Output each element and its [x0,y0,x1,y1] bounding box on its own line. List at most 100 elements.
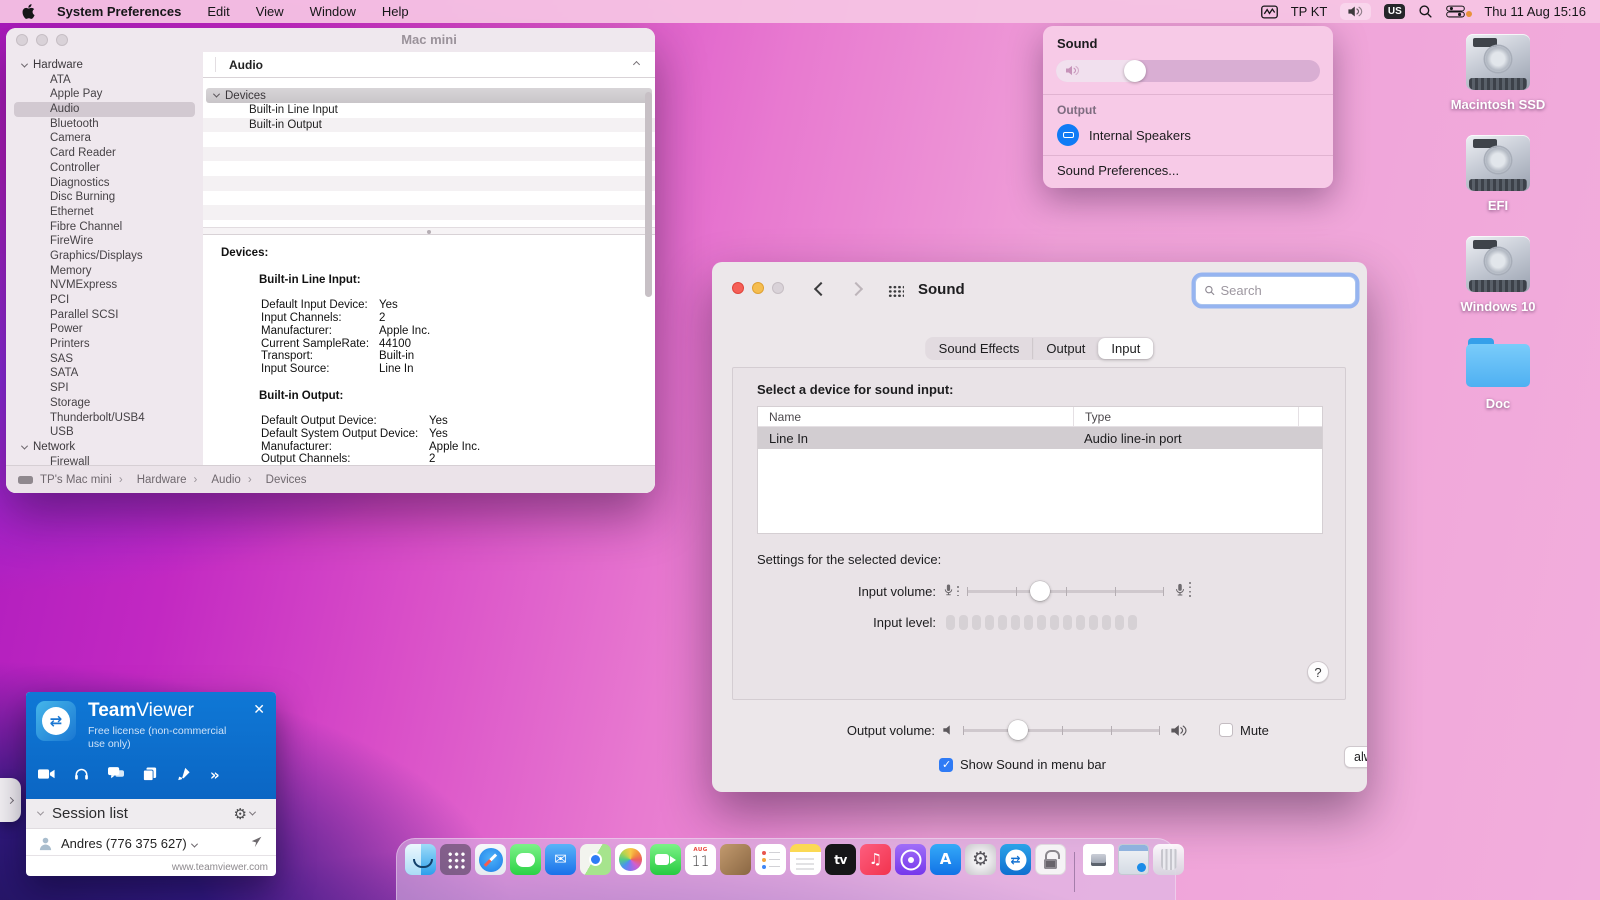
sound-preferences-link[interactable]: Sound Preferences... [1057,163,1179,178]
sidebar-item[interactable]: Graphics/Displays [14,249,195,264]
video-call-icon[interactable] [38,768,55,783]
dock-finder[interactable] [405,844,436,875]
close-button[interactable] [16,34,28,46]
chat-icon[interactable] [108,767,124,783]
dock-calendar[interactable]: AUG 11 [685,844,716,875]
help-button[interactable]: ? [1307,661,1329,683]
sidebar-item[interactable]: FireWire [14,234,195,249]
connect-cursor-icon[interactable] [250,835,264,852]
details-scrollbar[interactable] [645,92,652,297]
breadcrumb-item[interactable]: Audio [211,474,258,486]
menu-item[interactable]: Help [382,4,409,19]
input-source-badge[interactable]: US [1384,4,1406,19]
devices-group-row[interactable]: Devices [206,88,652,103]
breadcrumb-item[interactable]: Hardware [137,474,205,486]
column-header[interactable]: Type [1073,407,1298,427]
sidebar-item[interactable]: Thunderbolt/USB4 [14,411,195,426]
sidebar-item[interactable]: Printers [14,337,195,352]
menu-clock[interactable]: Thu 11 Aug 15:16 [1484,4,1586,19]
sidebar-item[interactable]: SATA [14,366,195,381]
menu-status-text[interactable]: TP KT [1291,4,1328,19]
pane-splitter[interactable] [203,227,655,235]
show-all-preferences-icon[interactable] [888,285,904,297]
tab[interactable]: Input [1098,338,1154,359]
apple-menu-icon[interactable] [22,4,35,19]
back-button[interactable] [813,281,829,297]
sidebar-item[interactable]: Disc Burning [14,190,195,205]
close-button[interactable] [732,282,744,294]
sidebar-item[interactable]: Hardware [14,58,195,73]
breadcrumb-item[interactable]: Devices [266,474,307,486]
session-row[interactable]: Andres (776 375 627) [26,829,276,857]
spotlight-icon[interactable] [1418,4,1433,19]
sidebar-item[interactable]: Ethernet [14,205,195,220]
dock-sysprefs[interactable]: ⚙ [965,844,996,875]
show-sound-checkbox[interactable] [939,757,953,772]
session-settings[interactable]: ⚙ [234,805,264,823]
output-volume-slider[interactable] [963,720,1160,740]
minimize-button[interactable] [36,34,48,46]
session-list-header[interactable]: Session list ⚙ [26,799,276,829]
menu-item[interactable]: Edit [207,4,229,19]
desktop-icon-windows-10[interactable]: Windows 10 [1460,236,1536,314]
activity-monitor-menu-icon[interactable] [1260,4,1278,19]
sidebar-item[interactable]: Camera [14,131,195,146]
sidebar-item[interactable]: Apple Pay [14,87,195,102]
dock-mini-window[interactable] [1118,844,1149,875]
dock-tv[interactable]: tv [825,844,856,875]
desktop-icon-macintosh-ssd[interactable]: Macintosh SSD [1451,34,1545,112]
dock-divider[interactable] [1074,852,1075,892]
sidebar-item[interactable]: Diagnostics [14,176,195,191]
dock-facetime[interactable] [650,844,681,875]
more-tools-icon[interactable]: » [210,766,220,784]
volume-menu-icon[interactable] [1340,3,1372,20]
dock-launchpad[interactable] [440,844,471,875]
dock-podcasts[interactable] [895,844,926,875]
dock-reminders[interactable] [755,844,786,875]
mute-checkbox[interactable] [1219,723,1233,737]
sidebar-item[interactable]: Bluetooth [14,117,195,132]
dock-maps[interactable] [580,844,611,875]
breadcrumb-item[interactable]: TP's Mac mini [40,474,130,486]
sidebar-item[interactable]: Card Reader [14,146,195,161]
menu-item[interactable]: View [256,4,284,19]
desktop-icon-efi[interactable]: EFI [1466,135,1530,213]
sidebar-item[interactable]: ATA [14,73,195,88]
sidebar-item[interactable]: SAS [14,352,195,367]
sidebar-item[interactable]: Network [14,440,195,455]
sidebar-item[interactable]: Audio [14,102,195,117]
sidebar-item[interactable]: Controller [14,161,195,176]
sidebar-item[interactable]: PCI [14,293,195,308]
popover-volume-slider[interactable] [1056,60,1320,82]
dock-messages[interactable] [510,844,541,875]
sidebar-item[interactable]: Fibre Channel [14,220,195,235]
close-icon[interactable]: ✕ [253,702,265,718]
file-transfer-icon[interactable] [143,766,157,784]
output-volume-knob[interactable] [1008,720,1029,740]
dock-teamviewer[interactable]: ⇄ [1000,844,1031,875]
menu-item[interactable]: Window [310,4,356,19]
sidebar-item[interactable]: Parallel SCSI [14,308,195,323]
control-center-icon[interactable] [1446,5,1473,18]
dock-music[interactable]: ♫ [860,844,891,875]
dock-notes[interactable] [790,844,821,875]
dock-appstore[interactable]: A [930,844,961,875]
dock-safari[interactable] [475,844,506,875]
active-app-menu[interactable]: System Preferences [57,4,181,19]
collapse-icon[interactable] [632,60,641,69]
sidebar-item[interactable]: USB [14,425,195,440]
volume-knob[interactable] [1124,60,1147,82]
output-device-row[interactable]: Internal Speakers [1057,122,1323,148]
minimize-button[interactable] [752,282,764,294]
device-row[interactable]: Line In Audio line-in port [758,427,1322,449]
tab[interactable]: Sound Effects [926,338,1033,359]
dock-trash[interactable] [1153,844,1184,875]
dock-contacts[interactable] [720,844,751,875]
input-volume-slider[interactable] [967,581,1164,601]
device-row[interactable]: Built-in Output [203,117,655,133]
whiteboard-icon[interactable] [176,767,191,784]
zoom-button[interactable] [772,282,784,294]
dock-chip-tool[interactable] [1035,844,1066,875]
dock-mail[interactable]: ✉ [545,844,576,875]
sidebar-item[interactable]: NVMExpress [14,278,195,293]
